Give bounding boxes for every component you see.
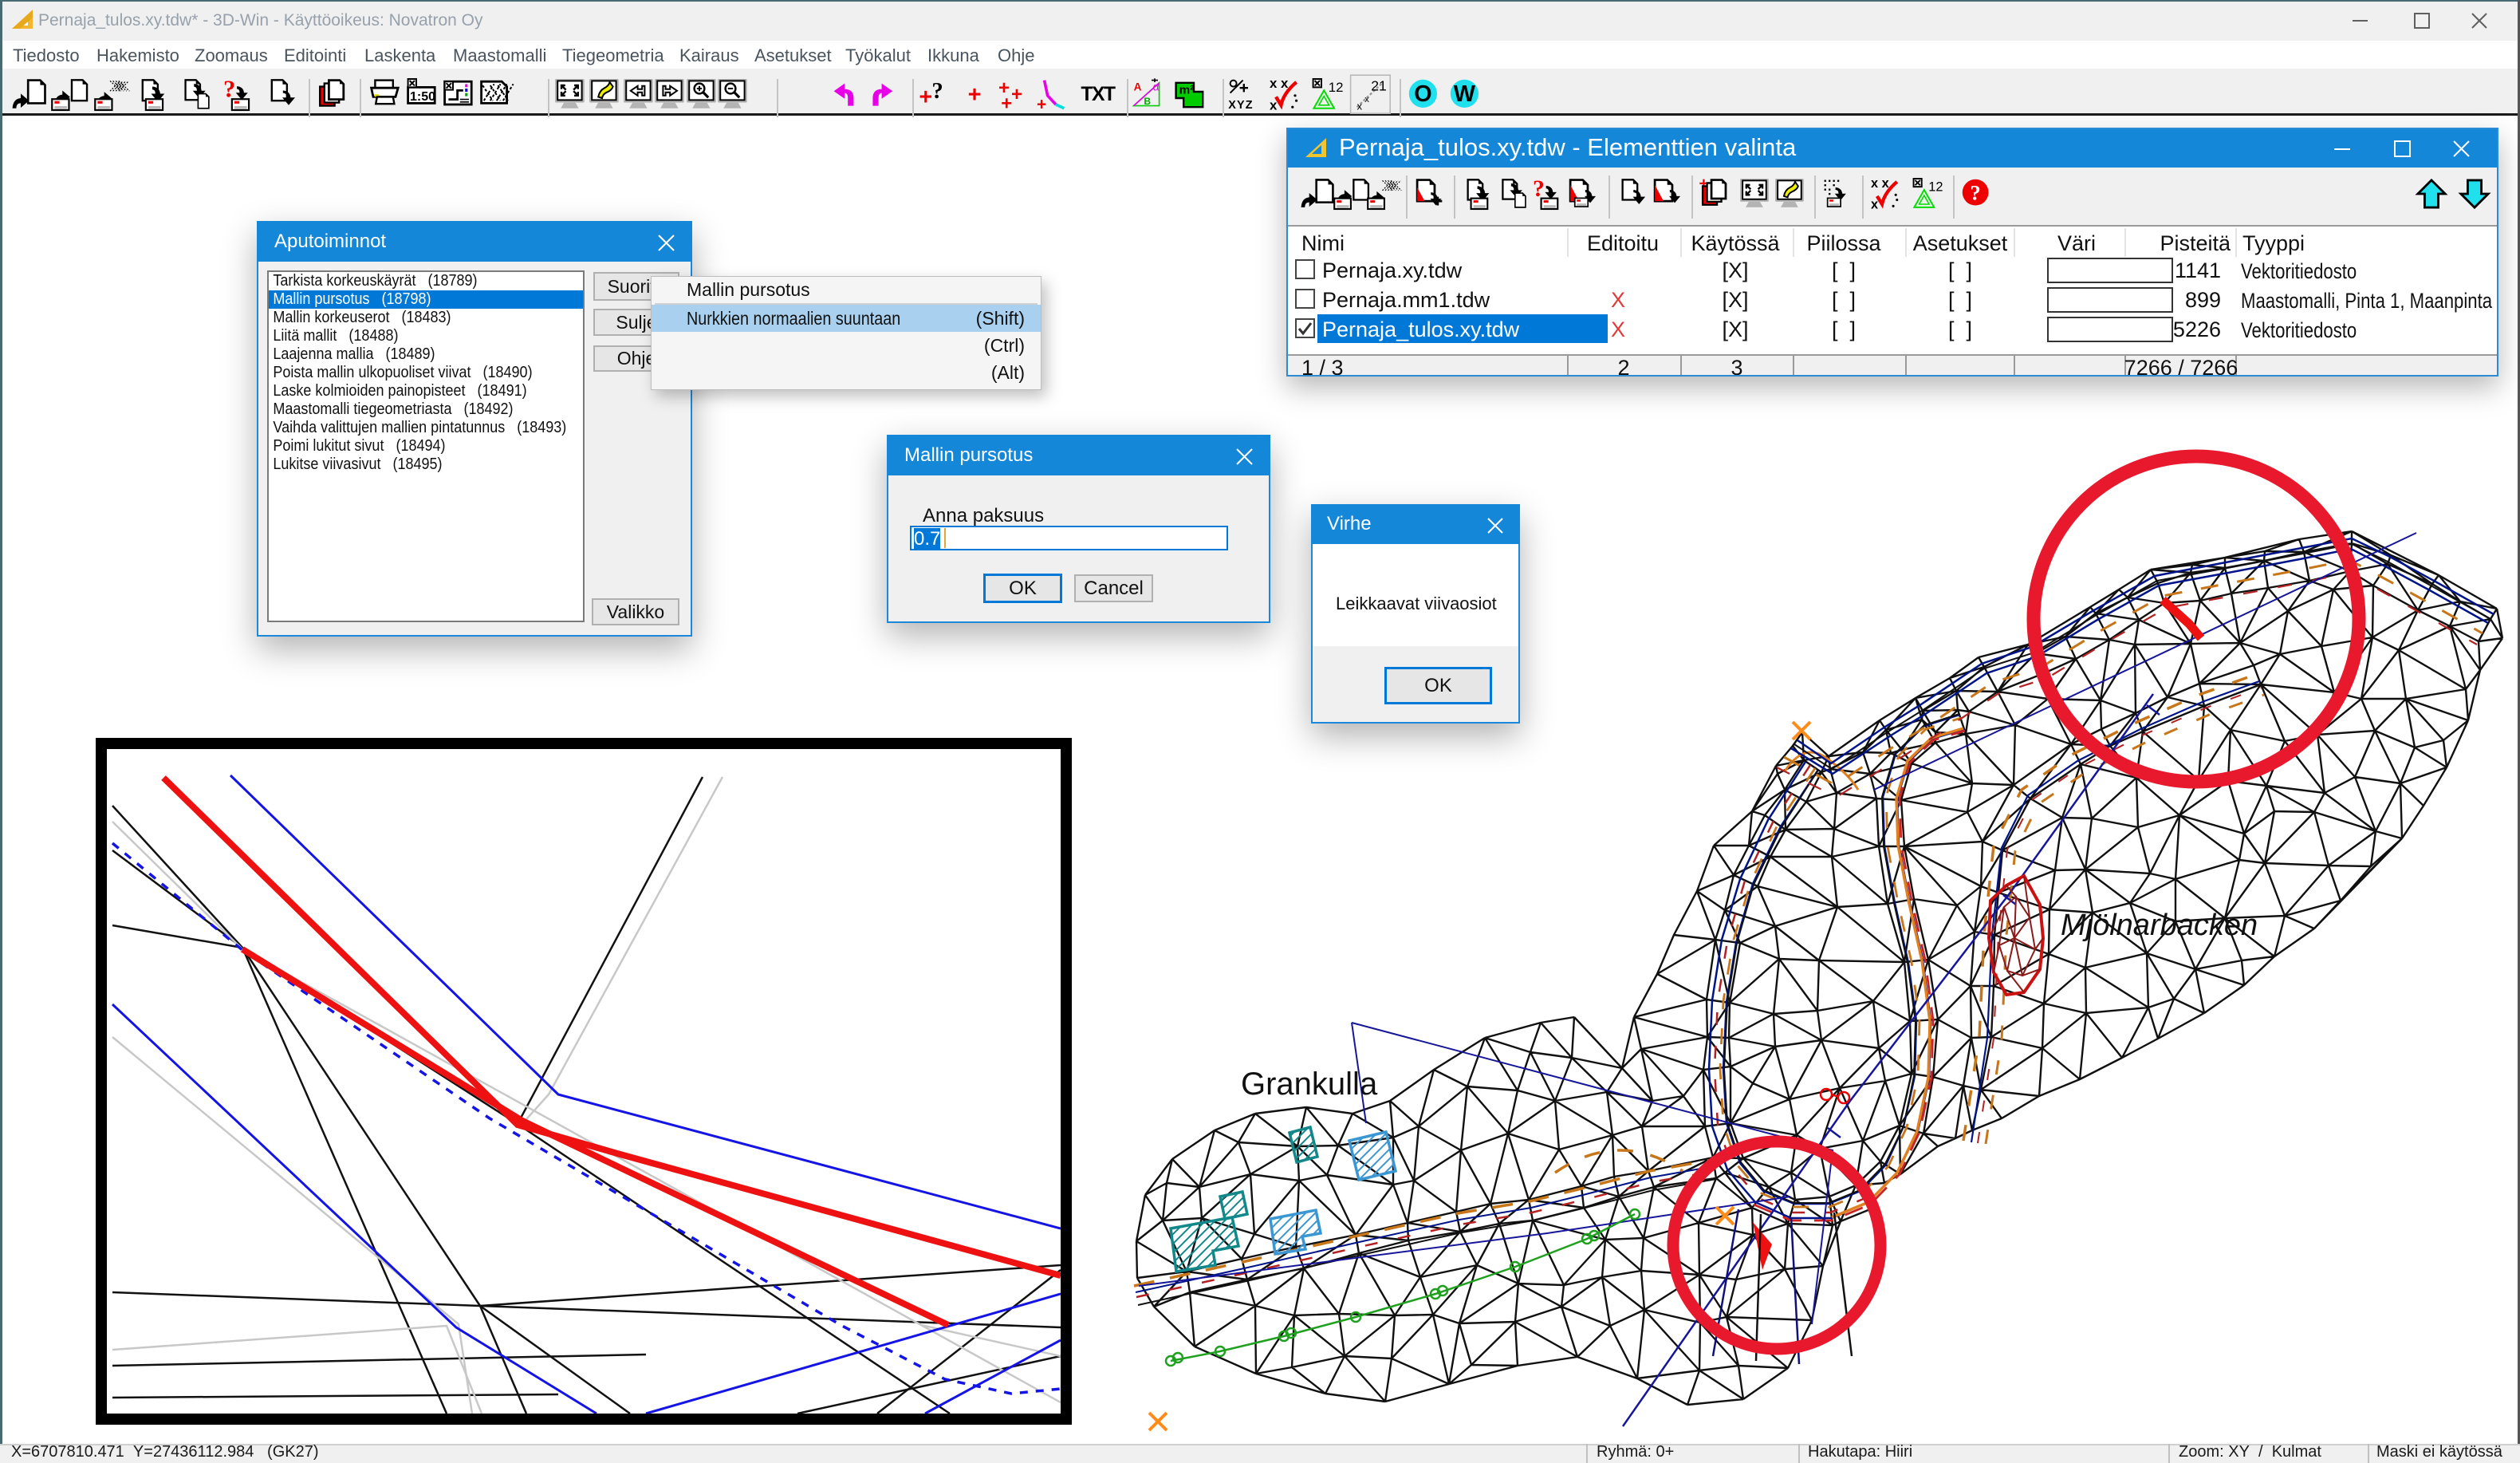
svg-text:+: + — [968, 82, 982, 108]
svg-text:+: + — [1001, 93, 1012, 114]
svg-text:α: α — [1153, 81, 1160, 93]
svg-text:21: 21 — [1371, 77, 1387, 93]
svg-text:Mjölnarbacken: Mjölnarbacken — [2061, 909, 2258, 942]
svg-text:TXT: TXT — [1081, 84, 1115, 105]
svg-text:1:50: 1:50 — [410, 90, 435, 104]
svg-text:+: + — [919, 85, 932, 110]
svg-text:x x: x x — [1270, 76, 1289, 91]
svg-text:A: A — [1134, 81, 1142, 93]
svg-text:O: O — [1414, 81, 1431, 107]
svg-text:Grankulla: Grankulla — [1241, 1067, 1378, 1102]
svg-text:x: x — [1364, 95, 1369, 104]
svg-text:?: ? — [931, 78, 943, 104]
svg-text:XYZ: XYZ — [1228, 99, 1254, 112]
svg-text:12: 12 — [1329, 80, 1344, 95]
svg-text:x: x — [1357, 100, 1363, 112]
svg-text:m²: m² — [1179, 83, 1195, 97]
svg-text:+: + — [1011, 84, 1022, 105]
svg-text:W: W — [1454, 81, 1476, 107]
svg-text:+: + — [1037, 95, 1046, 113]
svg-text:B: B — [1144, 96, 1151, 107]
